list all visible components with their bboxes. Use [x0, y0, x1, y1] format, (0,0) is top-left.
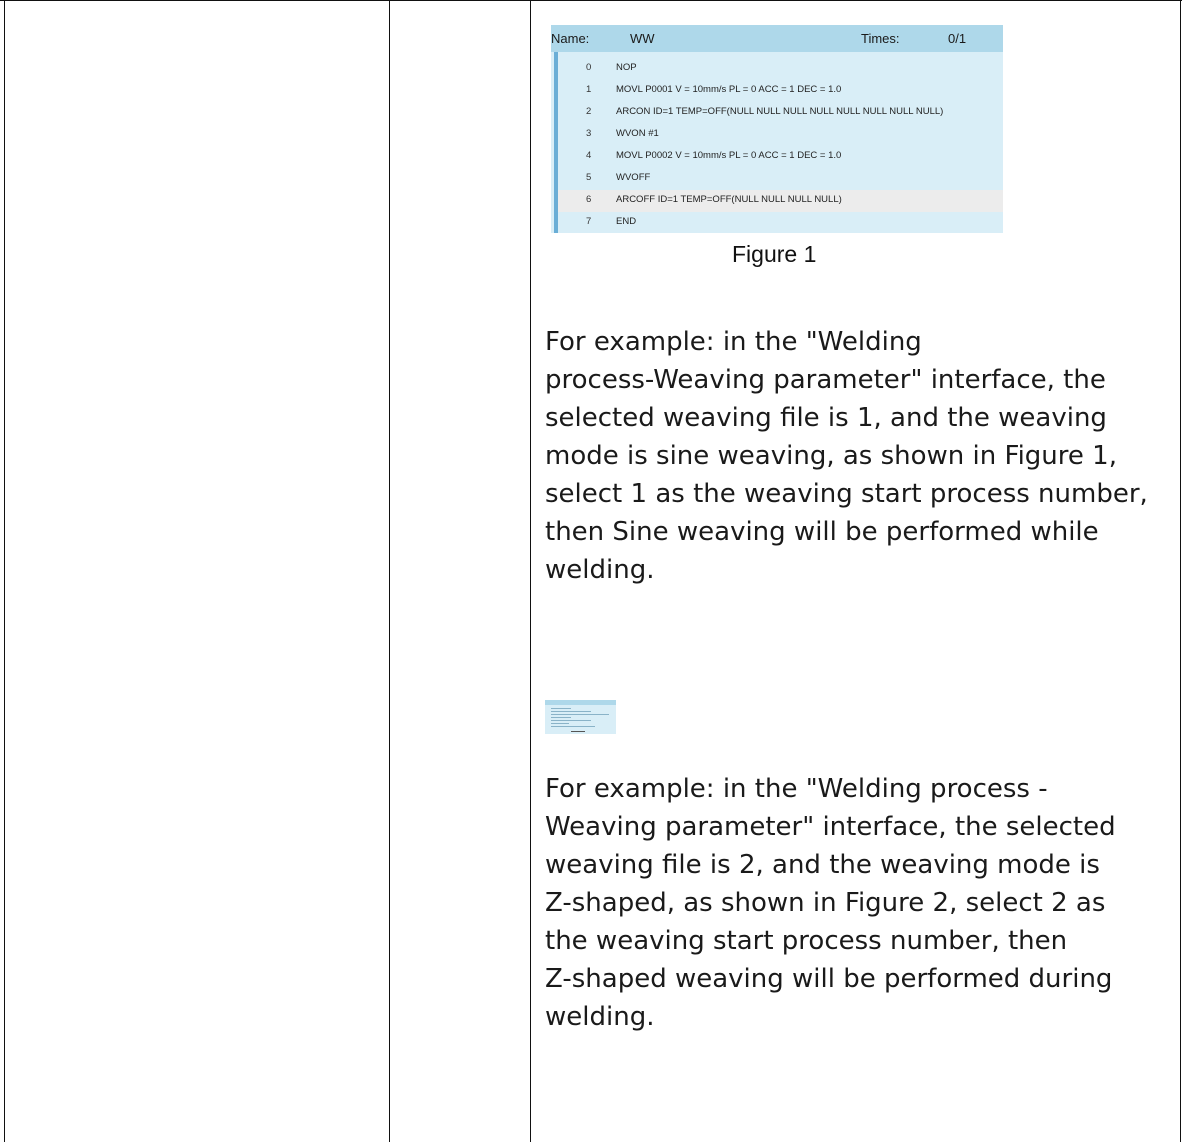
table-column-divider-1	[389, 0, 390, 1142]
line-number: 4	[586, 150, 592, 161]
line-command: ARCON ID=1 TEMP=OFF(NULL NULL NULL NULL …	[616, 106, 944, 117]
line-number: 3	[586, 128, 592, 139]
listing-row: 4 MOVL P0002 V = 10mm/s PL = 0 ACC = 1 D…	[558, 146, 1003, 168]
line-number: 0	[586, 62, 592, 73]
paragraph-line: the weaving start process number, then	[545, 926, 1068, 956]
line-number: 2	[586, 106, 592, 117]
paragraph-line: welding.	[545, 1002, 655, 1032]
line-number: 5	[586, 172, 592, 183]
listing-row-highlighted: 6 ARCOFF ID=1 TEMP=OFF(NULL NULL NULL NU…	[558, 190, 1003, 212]
paragraph-line: Z-shaped weaving will be performed durin…	[545, 964, 1113, 994]
listing-row: 1 MOVL P0001 V = 10mm/s PL = 0 ACC = 1 D…	[558, 80, 1003, 102]
paragraph-line: Weaving parameter" interface, the select…	[545, 812, 1116, 842]
listing-row: 3 WVON #1	[558, 124, 1003, 146]
paragraph-line: Z-shaped, as shown in Figure 2, select 2…	[545, 888, 1106, 918]
table-right-border	[1180, 0, 1181, 1142]
line-command: MOVL P0002 V = 10mm/s PL = 0 ACC = 1 DEC…	[616, 150, 842, 161]
table-top-border	[0, 0, 1182, 1]
line-command: MOVL P0001 V = 10mm/s PL = 0 ACC = 1 DEC…	[616, 84, 842, 95]
name-value: WW	[630, 31, 655, 46]
paragraph-line: then Sine weaving will be performed whil…	[545, 517, 1099, 547]
listing-row: 2 ARCON ID=1 TEMP=OFF(NULL NULL NULL NUL…	[558, 102, 1003, 124]
paragraph-line: For example: in the "Welding process -	[545, 774, 1048, 804]
paragraph-1: For example: in the "Welding process-Wea…	[545, 323, 1173, 589]
listing-row: 0 NOP	[558, 58, 1003, 80]
times-value: 0/1	[948, 31, 967, 46]
times-label: Times:	[861, 31, 900, 46]
paragraph-2: For example: in the "Welding process - W…	[545, 770, 1173, 1036]
paragraph-line: weaving file is 2, and the weaving mode …	[545, 850, 1100, 880]
listing-header: Name: WW Times: 0/1	[551, 25, 1003, 52]
paragraph-line: For example: in the "Welding	[545, 327, 922, 357]
table-column-divider-2	[530, 0, 531, 1142]
paragraph-line: select 1 as the weaving start process nu…	[545, 479, 1148, 509]
name-label: Name:	[551, 31, 590, 46]
paragraph-line: process-Weaving parameter" interface, th…	[545, 365, 1106, 395]
figure1-caption: Figure 1	[732, 241, 817, 267]
line-number: 7	[586, 216, 592, 227]
figure2-thumbnail-image	[545, 700, 616, 734]
paragraph-line: selected weaving file is 1, and the weav…	[545, 403, 1107, 433]
line-number: 1	[586, 84, 592, 95]
listing-row: 7 END	[558, 212, 1003, 234]
figure1-program-listing: Name: WW Times: 0/1 0 NOP 1 MOVL P0001 V…	[551, 25, 1003, 233]
line-command: WVOFF	[616, 172, 651, 183]
table-left-border	[4, 0, 5, 1142]
listing-row: 5 WVOFF	[558, 168, 1003, 190]
line-number: 6	[586, 194, 592, 205]
line-command: ARCOFF ID=1 TEMP=OFF(NULL NULL NULL NULL…	[616, 194, 842, 205]
paragraph-line: mode is sine weaving, as shown in Figure…	[545, 441, 1117, 471]
paragraph-line: welding.	[545, 555, 655, 585]
line-command: NOP	[616, 62, 637, 73]
line-command: WVON #1	[616, 128, 659, 139]
line-command: END	[616, 216, 637, 227]
